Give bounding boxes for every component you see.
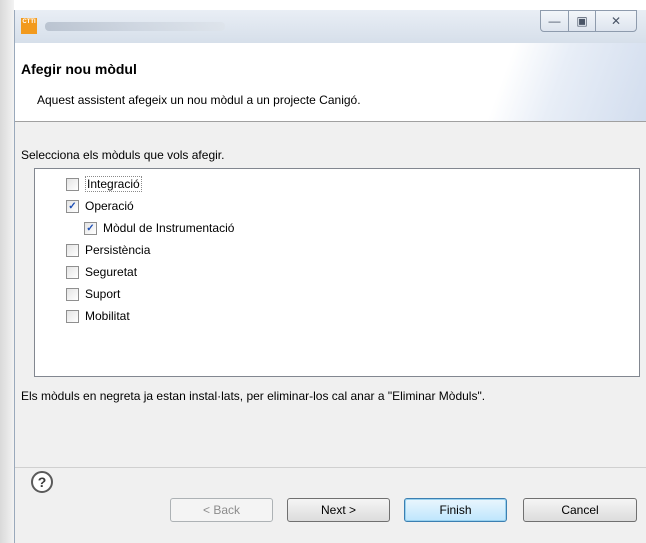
module-checkbox[interactable] (66, 265, 79, 279)
page-title: Afegir nou mòdul (21, 61, 137, 77)
module-label[interactable]: Operació (85, 199, 134, 213)
close-button[interactable]: ✕ (595, 10, 637, 32)
finish-button[interactable]: Finish (404, 498, 507, 522)
tree-item[interactable]: Seguretat (66, 263, 137, 281)
window-title-blurred (45, 22, 225, 31)
minimize-icon: — (548, 14, 561, 28)
module-checkbox[interactable]: ✓ (84, 221, 97, 235)
tree-item[interactable]: Mobilitat (66, 307, 130, 325)
tree-item[interactable]: Integració (66, 175, 142, 193)
module-label[interactable]: Persistència (85, 243, 150, 257)
header-banner-graphic (447, 43, 646, 121)
instruction-label: Selecciona els mòduls que vols afegir. (21, 148, 225, 162)
module-checkbox[interactable] (66, 177, 79, 191)
tree-item[interactable]: ✓ Mòdul de Instrumentació (84, 219, 234, 237)
wizard-dialog: CTTI — ▣ ✕ Afegir nou mòdul Aquest assis… (14, 10, 646, 543)
minimize-button[interactable]: — (540, 10, 569, 32)
module-label[interactable]: Mòdul de Instrumentació (103, 221, 234, 235)
tree-item[interactable]: Persistència (66, 241, 150, 259)
module-label[interactable]: Seguretat (85, 265, 137, 279)
next-button[interactable]: Next > (287, 498, 390, 522)
cancel-button[interactable]: Cancel (523, 498, 637, 522)
module-tree[interactable]: Integració ✓ Operació ✓ Mòdul de Instrumenta… (34, 168, 640, 377)
title-bar[interactable]: CTTI — ▣ ✕ (15, 10, 646, 43)
installed-modules-note: Els mòduls en negreta ja estan instal·la… (21, 389, 486, 403)
module-label[interactable]: Suport (85, 287, 120, 301)
page-description: Aquest assistent afegeix un nou mòdul a … (37, 93, 361, 107)
module-checkbox[interactable] (66, 309, 79, 323)
module-checkbox[interactable] (66, 287, 79, 301)
maximize-icon: ▣ (576, 14, 588, 28)
ctti-logo-icon: CTTI (21, 18, 37, 34)
tree-item[interactable]: Suport (66, 285, 120, 303)
maximize-button[interactable]: ▣ (568, 10, 596, 32)
close-icon: ✕ (610, 14, 622, 28)
module-checkbox[interactable] (66, 243, 79, 257)
tree-item[interactable]: ✓ Operació (66, 197, 134, 215)
module-label[interactable]: Mobilitat (85, 309, 130, 323)
help-icon[interactable]: ? (31, 471, 53, 493)
wizard-header: Afegir nou mòdul Aquest assistent afegei… (15, 43, 646, 122)
module-checkbox[interactable]: ✓ (66, 199, 79, 213)
background-window-edge (0, 0, 14, 543)
footer-divider (15, 467, 646, 468)
back-button[interactable]: < Back (170, 498, 273, 522)
module-label[interactable]: Integració (85, 176, 142, 192)
